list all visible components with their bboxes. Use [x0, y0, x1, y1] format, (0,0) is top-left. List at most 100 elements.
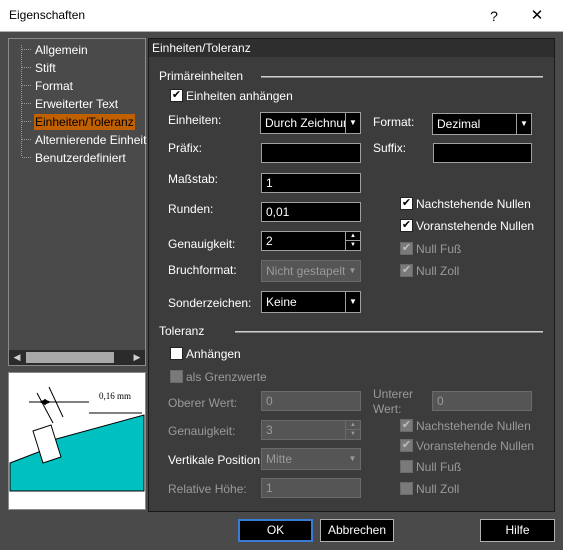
tolerance-append-label: Anhängen — [186, 347, 241, 361]
tolerance-precision-stepper[interactable]: 3 ▲ ▼ — [261, 420, 361, 440]
scroll-left-icon[interactable]: ◀ — [9, 350, 25, 365]
tolerance-zero-feet-checkbox[interactable]: Null Fuß — [400, 460, 461, 476]
tree-item-allgemein[interactable]: Allgemein — [35, 42, 88, 58]
window-title: Eigenschaften — [9, 8, 86, 22]
check-icon: ✔ — [400, 242, 413, 255]
prefix-input[interactable] — [261, 143, 361, 163]
as-limits-label: als Grenzwerte — [186, 370, 267, 384]
tolerance-zero-inch-checkbox[interactable]: Null Zoll — [400, 482, 459, 498]
zero-feet-checkbox[interactable]: ✔ Null Fuß — [400, 242, 461, 258]
checkbox-empty-icon — [400, 482, 413, 495]
zero-feet-label: Null Fuß — [416, 242, 462, 256]
checkbox-empty-icon — [400, 460, 413, 473]
tolerance-precision-value: 3 — [266, 423, 273, 437]
chevron-down-icon[interactable]: ▼ — [345, 292, 360, 312]
precision-label: Genauigkeit: — [168, 237, 236, 251]
preview-drawing: 0,16 mm — [9, 386, 145, 492]
zero-inch-checkbox[interactable]: ✔ Null Zoll — [400, 264, 459, 280]
tolerance-group-label: Toleranz — [159, 324, 205, 338]
chevron-down-icon[interactable]: ▼ — [345, 449, 360, 469]
rounding-input[interactable]: 0,01 — [261, 202, 361, 222]
lower-value-label-line2: Wert: — [373, 402, 402, 416]
tree-item-erweiterter-text[interactable]: Erweiterter Text — [35, 96, 118, 112]
cancel-button[interactable]: Abbrechen — [320, 519, 394, 542]
fraction-format-select[interactable]: Nicht gestapelt ▼ — [261, 260, 361, 282]
upper-value-input[interactable]: 0 — [261, 391, 361, 411]
primary-units-divider — [261, 76, 543, 78]
scrollbar-thumb[interactable] — [26, 352, 114, 363]
format-value: Dezimal — [437, 117, 481, 131]
primary-units-group-label: Primäreinheiten — [159, 69, 244, 83]
leading-zeros-checkbox[interactable]: ✔ Voranstehende Nullen — [400, 219, 534, 235]
leading-zeros-label: Voranstehende Nullen — [416, 219, 535, 233]
checkbox-empty-icon — [170, 347, 183, 360]
tree-item-einheiten-toleranz[interactable]: Einheiten/Toleranz — [34, 114, 135, 130]
preview-dimension-label: 0,16 mm — [99, 391, 131, 401]
chevron-down-icon[interactable]: ▼ — [516, 114, 531, 134]
tolerance-trailing-zeros-checkbox[interactable]: ✔ Nachstehende Nullen — [400, 419, 531, 435]
special-chars-select[interactable]: Keine ▼ — [261, 291, 361, 313]
format-select[interactable]: Dezimal ▼ — [432, 113, 532, 135]
lower-value-input[interactable]: 0 — [432, 391, 532, 411]
tree-item-stift[interactable]: Stift — [35, 60, 56, 76]
close-icon[interactable]: ✕ — [522, 3, 552, 29]
help-button[interactable]: Hilfe — [480, 519, 555, 542]
spin-up-icon[interactable]: ▲ — [345, 232, 360, 241]
scroll-right-icon[interactable]: ▶ — [129, 350, 145, 365]
tree-item-format[interactable]: Format — [35, 78, 73, 94]
help-icon[interactable]: ? — [480, 3, 508, 29]
tree-item-alternierende-einheit[interactable]: Alternierende Einheit — [35, 132, 146, 148]
precision-value: 2 — [266, 234, 273, 248]
lower-value-label-line1: Unterer — [373, 387, 414, 401]
relative-height-label: Relative Höhe: — [168, 482, 247, 496]
vertical-position-label: Vertikale Position: — [168, 453, 264, 467]
tolerance-precision-label: Genauigkeit: — [168, 424, 236, 438]
units-select[interactable]: Durch Zeichnung ▼ — [260, 112, 361, 134]
title-bar: Eigenschaften ? ✕ — [0, 0, 563, 32]
precision-stepper[interactable]: 2 ▲ ▼ — [261, 231, 361, 251]
prefix-label: Präfix: — [168, 141, 203, 155]
units-value: Durch Zeichnung — [265, 116, 357, 130]
fraction-format-label: Bruchformat: — [168, 263, 237, 277]
tolerance-append-checkbox[interactable]: Anhängen — [170, 347, 241, 363]
tree-item-benutzerdefiniert[interactable]: Benutzerdefiniert — [35, 150, 126, 166]
special-chars-value: Keine — [266, 295, 297, 309]
vertical-position-value: Mitte — [266, 452, 293, 466]
vertical-position-select[interactable]: Mitte ▼ — [261, 448, 361, 470]
properties-panel: Einheiten/Toleranz Primäreinheiten ✔ Einh… — [148, 38, 555, 512]
relative-height-input[interactable]: 1 — [261, 478, 361, 498]
chevron-down-icon[interactable]: ▼ — [345, 113, 360, 133]
tolerance-leading-zeros-checkbox[interactable]: ✔ Voranstehende Nullen — [400, 439, 534, 455]
checkbox-empty-icon — [170, 370, 183, 383]
tree-horizontal-scrollbar[interactable]: ◀ ▶ — [9, 350, 145, 365]
check-icon: ✔ — [400, 197, 413, 210]
ok-button[interactable]: OK — [238, 519, 313, 542]
rounding-label: Runden: — [168, 202, 214, 216]
dimension-preview: 0,16 mm — [8, 372, 146, 510]
special-chars-label: Sonderzeichen: — [168, 296, 252, 310]
category-tree: Allgemein Stift Format Erweiterter Text … — [8, 38, 146, 366]
append-units-checkbox[interactable]: ✔ Einheiten anhängen — [170, 89, 293, 105]
scale-label: Maßstab: — [168, 172, 219, 186]
fraction-format-value: Nicht gestapelt — [266, 264, 346, 278]
trailing-zeros-checkbox[interactable]: ✔ Nachstehende Nullen — [400, 197, 531, 213]
check-icon: ✔ — [400, 219, 413, 232]
tolerance-leading-zeros-label: Voranstehende Nullen — [416, 439, 535, 453]
check-icon: ✔ — [170, 89, 183, 102]
chevron-down-icon[interactable]: ▼ — [345, 261, 360, 281]
units-label: Einheiten: — [168, 113, 222, 127]
as-limits-checkbox[interactable]: als Grenzwerte — [170, 370, 267, 386]
scale-input[interactable]: 1 — [261, 173, 361, 193]
tolerance-trailing-zeros-label: Nachstehende Nullen — [416, 419, 531, 433]
append-units-label: Einheiten anhängen — [186, 89, 293, 103]
upper-value-label: Oberer Wert: — [168, 396, 238, 410]
panel-header: Einheiten/Toleranz — [149, 39, 554, 57]
zero-inch-label: Null Zoll — [416, 264, 460, 278]
spin-up-icon[interactable]: ▲ — [345, 421, 360, 430]
suffix-input[interactable] — [433, 143, 532, 163]
tolerance-zero-inch-label: Null Zoll — [416, 482, 460, 496]
check-icon: ✔ — [400, 419, 413, 432]
spin-down-icon[interactable]: ▼ — [345, 241, 360, 250]
check-icon: ✔ — [400, 264, 413, 277]
spin-down-icon[interactable]: ▼ — [345, 430, 360, 439]
